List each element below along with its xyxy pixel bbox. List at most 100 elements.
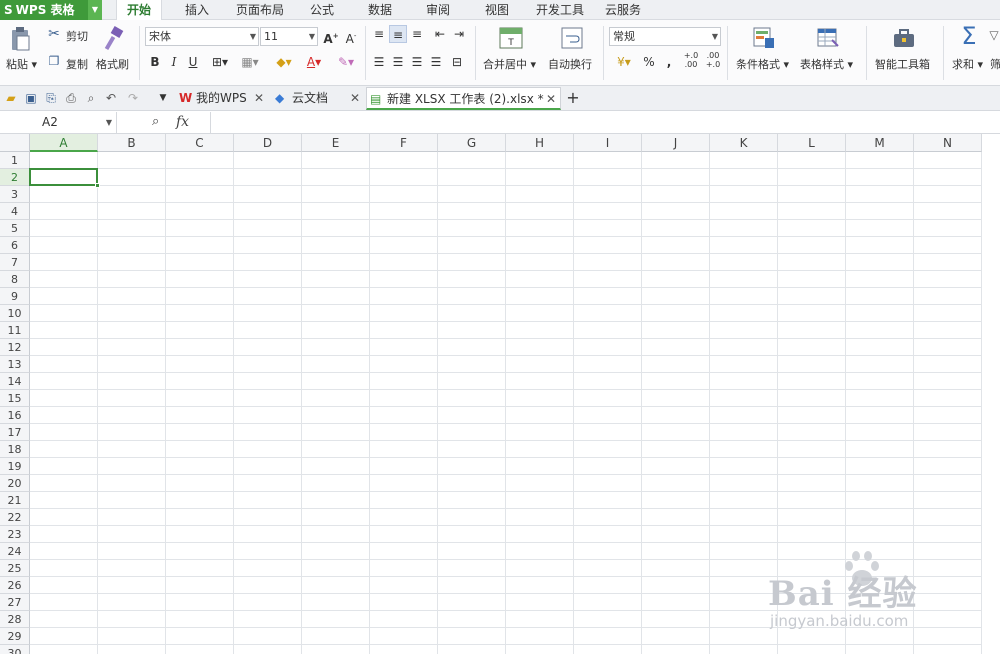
decrease-indent-icon[interactable]: ⇤	[431, 25, 449, 43]
increase-font-icon[interactable]: A+	[322, 27, 340, 46]
close-icon[interactable]: ✕	[350, 87, 360, 110]
wrap-text-icon[interactable]	[560, 26, 584, 50]
column-header-a[interactable]: A	[30, 134, 98, 152]
sum-icon[interactable]: Σ	[958, 22, 980, 50]
customize-toolbar-chevron-icon[interactable]: ▼	[154, 89, 172, 107]
font-color-icon[interactable]: A▾	[300, 53, 328, 71]
row-header-27[interactable]: 27	[0, 594, 30, 611]
tab-developer[interactable]: 开发工具	[530, 0, 590, 20]
save-icon[interactable]: ▣	[22, 89, 40, 107]
column-header-h[interactable]: H	[506, 134, 574, 152]
tab-view[interactable]: 视图	[477, 0, 517, 20]
row-header-8[interactable]: 8	[0, 271, 30, 288]
wrap-text-button[interactable]: 自动换行	[548, 56, 592, 72]
decrease-decimal-button[interactable]: .00 +.0	[702, 51, 724, 69]
undo-icon[interactable]: ↶	[102, 89, 120, 107]
doc-tab-my-wps[interactable]: W 我的WPS ✕	[176, 87, 268, 110]
merge-center-button[interactable]: 合并居中 ▾	[483, 56, 536, 72]
doc-tab-active-workbook[interactable]: ▤ 新建 XLSX 工作表 (2).xlsx * ✕	[366, 87, 561, 110]
doc-tab-cloud-docs[interactable]: ◆ 云文档 ✕	[272, 87, 364, 110]
table-style-button[interactable]: 表格样式 ▾	[800, 56, 853, 72]
row-header-12[interactable]: 12	[0, 339, 30, 356]
selected-cell[interactable]	[29, 168, 100, 188]
align-bottom-icon[interactable]: ≡	[408, 25, 426, 43]
row-header-22[interactable]: 22	[0, 509, 30, 526]
row-header-17[interactable]: 17	[0, 424, 30, 441]
increase-decimal-button[interactable]: +.0 .00	[680, 51, 702, 69]
format-painter-icon[interactable]	[102, 26, 126, 52]
copy-button[interactable]: 复制	[66, 56, 88, 72]
clear-format-icon[interactable]: ✎▾	[332, 53, 360, 71]
column-header-b[interactable]: B	[98, 134, 166, 152]
row-header-25[interactable]: 25	[0, 560, 30, 577]
row-header-19[interactable]: 19	[0, 458, 30, 475]
bold-button[interactable]: B	[146, 53, 164, 71]
redo-icon[interactable]: ↷	[124, 89, 142, 107]
toolbox-icon[interactable]	[892, 27, 916, 49]
decrease-font-icon[interactable]: A-	[342, 27, 360, 46]
table-style-icon[interactable]	[816, 26, 840, 50]
conditional-format-button[interactable]: 条件格式 ▾	[736, 56, 789, 72]
tab-page-layout[interactable]: 页面布局	[230, 0, 290, 20]
row-header-9[interactable]: 9	[0, 288, 30, 305]
column-header-g[interactable]: G	[438, 134, 506, 152]
italic-button[interactable]: I	[165, 53, 183, 71]
column-header-c[interactable]: C	[166, 134, 234, 152]
row-header-1[interactable]: 1	[0, 152, 30, 169]
scissors-icon[interactable]: ✂	[46, 26, 62, 42]
align-left-icon[interactable]: ☰	[370, 53, 388, 71]
font-name-select[interactable]: 宋体 ▼	[145, 27, 259, 46]
sum-button[interactable]: 求和 ▾	[952, 56, 983, 72]
row-header-10[interactable]: 10	[0, 305, 30, 322]
print-preview-icon[interactable]: ⌕	[82, 89, 100, 107]
column-header-l[interactable]: L	[778, 134, 846, 152]
smart-toolbox-button[interactable]: 智能工具箱	[875, 56, 930, 72]
comma-button[interactable]: ,	[660, 53, 678, 71]
row-header-7[interactable]: 7	[0, 254, 30, 271]
insert-function-icon[interactable]: fx	[176, 114, 189, 130]
column-header-m[interactable]: M	[846, 134, 914, 152]
tab-insert[interactable]: 插入	[176, 0, 218, 20]
row-header-24[interactable]: 24	[0, 543, 30, 560]
column-header-k[interactable]: K	[710, 134, 778, 152]
merge-center-icon[interactable]: T	[499, 26, 523, 50]
row-header-11[interactable]: 11	[0, 322, 30, 339]
increase-indent-icon[interactable]: ⇥	[450, 25, 468, 43]
align-right-icon[interactable]: ☰	[408, 53, 426, 71]
chevron-down-icon[interactable]: ▼	[106, 112, 112, 133]
close-icon[interactable]: ✕	[254, 87, 264, 110]
row-header-18[interactable]: 18	[0, 441, 30, 458]
chevron-down-icon[interactable]: ▼	[88, 0, 102, 20]
number-format-select[interactable]: 常规 ▼	[609, 27, 721, 46]
row-header-16[interactable]: 16	[0, 407, 30, 424]
row-header-30[interactable]: 30	[0, 645, 30, 654]
zoom-search-icon[interactable]: ⌕	[152, 114, 159, 129]
column-header-f[interactable]: F	[370, 134, 438, 152]
underline-button[interactable]: U	[184, 53, 202, 71]
row-header-20[interactable]: 20	[0, 475, 30, 492]
justify-icon[interactable]: ☰	[427, 53, 445, 71]
row-header-5[interactable]: 5	[0, 220, 30, 237]
row-header-15[interactable]: 15	[0, 390, 30, 407]
row-header-29[interactable]: 29	[0, 628, 30, 645]
cut-button[interactable]: 剪切	[66, 28, 88, 44]
row-header-3[interactable]: 3	[0, 186, 30, 203]
align-top-icon[interactable]: ≡	[370, 25, 388, 43]
tab-formulas[interactable]: 公式	[302, 0, 342, 20]
font-size-select[interactable]: 11 ▼	[260, 27, 318, 46]
row-header-23[interactable]: 23	[0, 526, 30, 543]
fill-handle[interactable]	[95, 183, 100, 188]
name-box[interactable]: A2 ▼	[0, 112, 117, 133]
export-pdf-icon[interactable]: ⎘	[42, 89, 60, 107]
format-painter-button[interactable]: 格式刷	[96, 56, 129, 72]
app-menu-button[interactable]: S WPS 表格 ▼	[0, 0, 102, 20]
column-header-i[interactable]: I	[574, 134, 642, 152]
copy-icon[interactable]: ❐	[46, 54, 62, 68]
close-icon[interactable]: ✕	[546, 88, 556, 111]
align-middle-icon[interactable]: ≡	[389, 25, 407, 43]
row-header-21[interactable]: 21	[0, 492, 30, 509]
spreadsheet-grid[interactable]: ABCDEFGHIJKLMN 1 2 3 4 5 6 7 8 9 10 11 12 13 14 15 16 17…	[0, 134, 1000, 654]
row-header-14[interactable]: 14	[0, 373, 30, 390]
select-all-corner[interactable]	[0, 134, 30, 152]
percent-button[interactable]: %	[640, 53, 658, 71]
